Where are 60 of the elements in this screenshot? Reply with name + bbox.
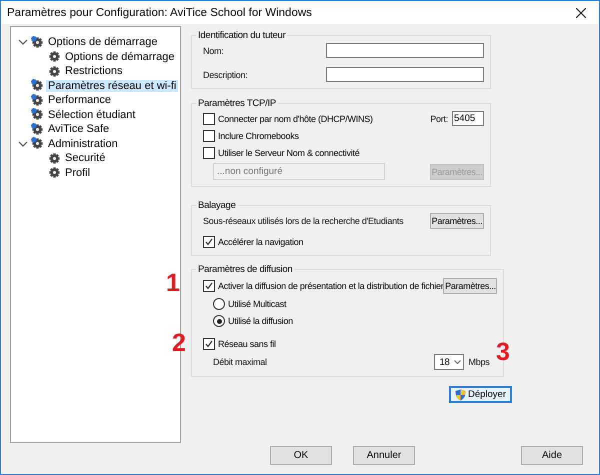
annotation-number: 3 <box>496 338 510 366</box>
tree-item[interactable]: AviTice Safe <box>46 123 112 136</box>
field-label: Description: <box>203 70 248 80</box>
unit-label: Mbps <box>468 357 490 367</box>
check-icon <box>205 282 213 290</box>
tree-item[interactable]: Performance <box>46 94 113 106</box>
gears-icon <box>31 36 44 49</box>
annotation-number: 2 <box>172 329 186 357</box>
gears-icon <box>31 108 44 122</box>
check-icon <box>205 238 213 246</box>
field-label: Débit maximal <box>213 357 267 367</box>
help-button[interactable]: Aide <box>521 446 583 465</box>
gear-icon <box>48 50 61 64</box>
radio-button[interactable]: Utilisé Multicast <box>213 298 286 310</box>
description-text: Sous-réseaux utilisés lors de la recherche d'Etudiants <box>203 216 404 226</box>
rate-dropdown[interactable]: 18 <box>434 354 464 370</box>
text-field[interactable] <box>326 43 484 58</box>
checkbox[interactable]: Activer la diffusion de présentation et la distribution de fichier <box>203 280 444 292</box>
radio-button[interactable]: Utilisé la diffusion <box>213 315 293 327</box>
gears-icon <box>31 79 44 92</box>
tree-item[interactable]: Restrictions <box>63 65 124 78</box>
close-icon[interactable] <box>576 8 586 18</box>
window-title: Paramètres pour Configuration: AviTice School for Windows <box>7 6 312 18</box>
deploy-button[interactable]: Déployer <box>448 386 512 403</box>
text-field[interactable] <box>326 67 484 82</box>
tree-item[interactable]: Options de démarrage <box>63 50 176 63</box>
tree-item[interactable]: Securité <box>63 152 108 164</box>
dialog-button[interactable]: OK <box>270 446 332 465</box>
collapse-icon[interactable] <box>18 37 28 48</box>
gear-icon <box>48 166 61 180</box>
tree-item[interactable]: Profil <box>63 166 92 179</box>
collapse-icon[interactable] <box>18 138 28 149</box>
checkbox[interactable]: Inclure Chromebooks <box>203 130 299 142</box>
group-title: Balayage <box>197 200 237 211</box>
group-title: Paramètres de diffusion <box>197 264 294 275</box>
gears-icon <box>31 94 44 107</box>
field-label: Nom: <box>203 46 224 56</box>
tree-item[interactable]: Options de démarrage <box>46 36 160 48</box>
dialog-button[interactable]: Annuler <box>353 446 415 465</box>
port-field[interactable]: 5405 <box>452 111 484 126</box>
check-icon <box>205 340 213 348</box>
checkbox[interactable]: Réseau sans fil <box>203 338 276 350</box>
tree-item[interactable]: Paramètres réseau et wi-fi <box>46 80 178 92</box>
settings-button[interactable]: Paramètres... <box>443 278 498 294</box>
tree-item[interactable]: Administration <box>46 138 120 150</box>
annotation-number: 1 <box>166 269 180 297</box>
gear-icon <box>48 152 61 165</box>
field-label: Port: <box>430 114 448 124</box>
checkbox[interactable]: Connecter par nom d'hôte (DHCP/WINS) <box>203 112 373 124</box>
gears-icon <box>31 137 44 150</box>
group-title: Identification du tuteur <box>197 30 287 41</box>
caret-icon <box>454 360 462 364</box>
settings-button[interactable]: Paramètres... <box>430 213 484 229</box>
gear-icon <box>48 64 61 78</box>
group-title: Paramètres TCP/IP <box>197 98 277 109</box>
checkbox[interactable]: Utiliser le Serveur Nom & connectivité <box>203 147 360 159</box>
shield-icon <box>454 388 466 400</box>
tree-item[interactable]: Sélection étudiant <box>46 108 138 121</box>
checkbox[interactable]: Accélérer la navigation <box>203 236 304 248</box>
gears-icon <box>31 122 44 136</box>
